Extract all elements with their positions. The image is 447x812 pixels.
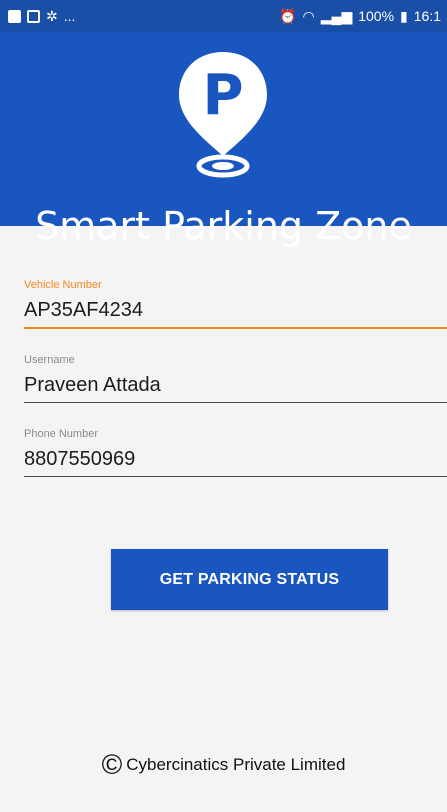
notification-square-icon [8,9,21,23]
clock: 16:1 [413,8,441,24]
sync-icon: ✲ [46,8,58,24]
parking-pin-icon: P [179,52,267,178]
phone-number-underline [24,476,447,477]
phone-number-label: Phone Number [24,428,98,440]
status-bar: ✲ ... ⏰ ◠ ▂▄▆ 100% ▮ 16:1 [0,0,447,32]
app-header: P Smart Parking Zone [0,32,447,248]
company-name: Cybercinatics Private Limited [126,755,346,774]
copyright-icon: © [101,749,123,780]
username-label: Username [24,354,75,366]
status-ellipsis: ... [63,8,76,24]
image-icon [27,9,40,23]
signal-icon: ▂▄▆ [320,8,353,24]
logo-letter: P [202,63,243,128]
status-bar-left: ✲ ... [8,8,75,24]
battery-icon: ▮ [400,8,408,24]
vehicle-number-label: Vehicle Number [24,279,102,291]
wifi-icon: ◠ [302,8,315,24]
get-parking-status-button[interactable]: GET PARKING STATUS [111,549,388,610]
battery-percent: 100% [358,8,395,24]
username-field[interactable]: Username [24,352,447,403]
app-title: Smart Parking Zone [35,204,412,248]
footer: © Cybercinatics Private Limited [0,750,447,780]
vehicle-number-underline [24,327,447,329]
phone-number-field[interactable]: Phone Number [24,426,447,477]
vehicle-number-field[interactable]: Vehicle Number [24,277,447,329]
alarm-icon: ⏰ [279,8,297,24]
username-underline [24,402,447,403]
status-bar-right: ⏰ ◠ ▂▄▆ 100% ▮ 16:1 [279,8,441,24]
username-input[interactable] [24,368,447,402]
vehicle-number-input[interactable] [24,293,447,327]
phone-number-input[interactable] [24,442,447,476]
